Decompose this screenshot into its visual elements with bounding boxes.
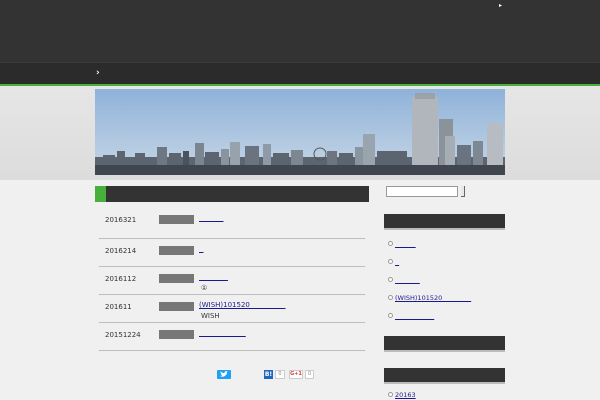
list-item: (WISH)101520 — [388, 294, 505, 312]
city-skyline-image — [95, 89, 505, 175]
header-image-city-skyline — [95, 89, 505, 175]
google-plus-count: 0 — [305, 370, 314, 379]
twitter-bird-icon — [220, 371, 228, 377]
category-badge[interactable] — [159, 246, 194, 255]
bullet-icon — [388, 295, 393, 300]
list-item: 20163 — [388, 391, 505, 400]
hatena-bookmark-button[interactable]: B! — [264, 370, 273, 379]
list-item — [388, 258, 505, 276]
google-plus-button[interactable]: G+1 — [289, 370, 303, 379]
category-badge[interactable] — [159, 330, 194, 339]
bullet-icon — [388, 241, 393, 246]
archives-list: 20163 — [388, 391, 505, 400]
recent-posts-widget-heading — [384, 214, 505, 230]
category-badge[interactable] — [159, 274, 194, 283]
recent-post-link[interactable] — [395, 312, 434, 320]
post-title-link[interactable]: (WISH)101520 — [199, 301, 285, 309]
category-badge[interactable] — [159, 215, 194, 224]
search-input[interactable] — [386, 186, 458, 197]
post-title-link[interactable] — [199, 214, 223, 222]
bullet-icon — [388, 392, 393, 397]
hatena-count: 0 — [275, 370, 285, 379]
main-section-heading — [95, 186, 369, 202]
list-item — [388, 240, 505, 258]
recent-post-link[interactable] — [395, 240, 416, 248]
twitter-share-button[interactable] — [217, 370, 231, 379]
list-item — [388, 276, 505, 294]
recent-posts-list: (WISH)101520 — [388, 240, 505, 330]
chevron-right-icon[interactable]: › — [96, 68, 100, 78]
post-title-link[interactable] — [199, 329, 246, 337]
recent-post-link[interactable]: (WISH)101520 — [395, 294, 471, 302]
widget-heading — [384, 336, 505, 352]
nav-bar: › — [0, 62, 600, 84]
post-excerpt: ① — [201, 284, 208, 292]
list-item: 2016321 — [99, 208, 365, 239]
post-date: 2016321 — [105, 216, 137, 224]
play-icon[interactable]: ▸ — [499, 3, 502, 9]
bullet-icon — [388, 277, 393, 282]
post-list: 2016321 2016214 2016112 ① 201611 (WISH)1… — [99, 208, 365, 351]
post-date: 201611 — [105, 303, 132, 311]
post-date: 20151224 — [105, 331, 141, 339]
post-title-link[interactable] — [199, 245, 203, 253]
list-item: 2016112 ① — [99, 267, 365, 295]
search-button[interactable] — [461, 186, 465, 197]
post-date: 2016112 — [105, 275, 137, 283]
recent-post-link[interactable] — [395, 258, 399, 266]
bullet-icon — [388, 313, 393, 318]
archives-widget-heading — [384, 368, 505, 384]
list-item: 201611 (WISH)101520 WISH — [99, 295, 365, 323]
list-item: 20151224 — [99, 323, 365, 351]
bullet-icon — [388, 259, 393, 264]
post-title-link[interactable] — [199, 273, 228, 281]
recent-post-link[interactable] — [395, 276, 420, 284]
top-bar: ▸ — [0, 0, 600, 62]
category-badge[interactable] — [159, 302, 194, 311]
post-date: 2016214 — [105, 247, 137, 255]
list-item — [388, 312, 505, 330]
post-excerpt: WISH — [201, 312, 220, 320]
archive-link[interactable]: 20163 — [395, 391, 416, 399]
list-item: 2016214 — [99, 239, 365, 267]
